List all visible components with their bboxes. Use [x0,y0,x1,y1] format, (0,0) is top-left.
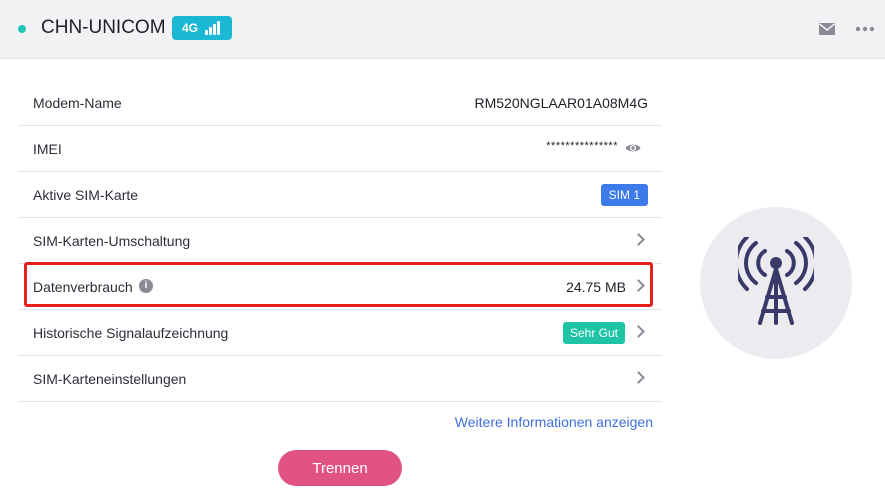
chevron-right-icon [632,279,645,292]
network-type-badge: 4G [172,16,232,40]
modem-name-value: RM520NGLAAR01A08M4G [474,95,648,111]
connection-status-dot [18,25,26,33]
row-active-sim: Aktive SIM-Karte SIM 1 [18,172,662,218]
chevron-right-icon [632,371,645,384]
top-bar: CHN-UNICOM 4G [0,0,885,59]
row-label: Modem-Name [33,95,122,111]
row-label: Historische Signalaufzeichnung [33,325,229,341]
eye-icon[interactable] [625,141,641,155]
row-label: IMEI [33,141,62,157]
chevron-right-icon [632,233,645,246]
imei-masked-value: *************** [546,140,618,152]
chevron-right-icon [632,325,645,338]
modem-info-list: Modem-Name RM520NGLAAR01A08M4G IMEI ****… [18,80,662,402]
row-label: Aktive SIM-Karte [33,187,139,203]
row-label: SIM-Karteneinstellungen [33,371,187,387]
row-data-usage[interactable]: Datenverbrauch i 24.75 MB [18,264,662,310]
row-sim-switch[interactable]: SIM-Karten-Umschaltung [18,218,662,264]
network-type-label: 4G [182,21,199,35]
tower-illustration [700,207,852,359]
data-usage-value: 24.75 MB [566,279,626,295]
disconnect-button[interactable]: Trennen [278,450,402,486]
row-label: SIM-Karten-Umschaltung [33,233,191,249]
active-sim-badge: SIM 1 [600,184,648,206]
row-sim-settings[interactable]: SIM-Karteneinstellungen [18,356,662,402]
signal-bars-icon [205,21,221,35]
row-signal-history[interactable]: Historische Signalaufzeichnung Sehr Gut [18,310,662,356]
signal-quality-badge: Sehr Gut [562,322,625,344]
mail-icon[interactable] [818,20,836,38]
row-imei: IMEI *************** [18,126,662,172]
row-modem-name: Modem-Name RM520NGLAAR01A08M4G [18,80,662,126]
info-icon[interactable]: i [139,279,153,293]
row-label: Datenverbrauch [33,279,133,295]
cell-tower-icon [738,237,814,325]
more-icon[interactable] [855,20,875,38]
more-info-link[interactable]: Weitere Informationen anzeigen [455,414,653,430]
carrier-name: CHN-UNICOM [41,17,166,38]
